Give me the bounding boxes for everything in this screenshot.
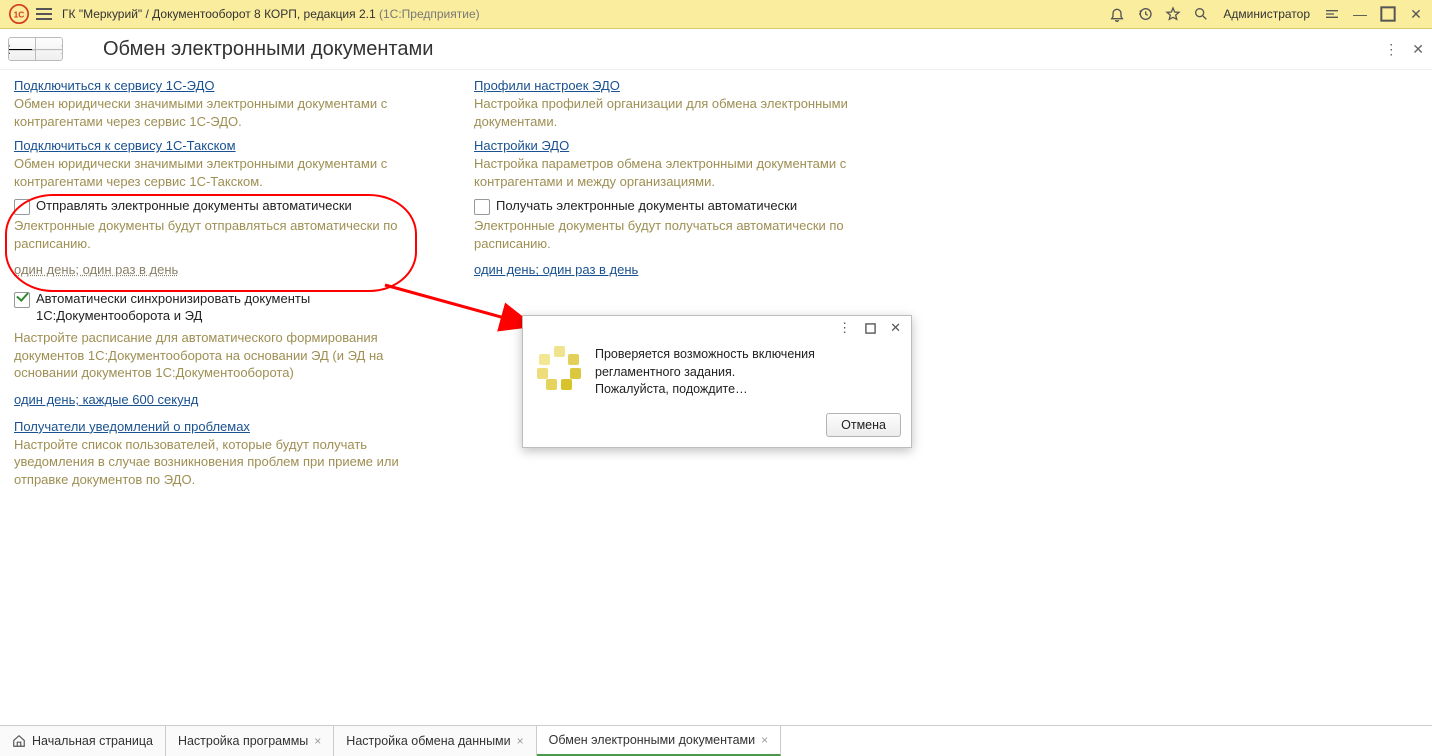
search-icon[interactable]: [1193, 6, 1209, 22]
tab-edo-exchange[interactable]: Обмен электронными документами ×: [537, 726, 782, 756]
titlebar: 1C ГК "Меркурий" / Документооборот 8 КОР…: [0, 0, 1432, 29]
tab-label: Настройка обмена данными: [346, 734, 510, 748]
svg-text:1C: 1C: [14, 9, 25, 19]
window-close-button[interactable]: ✕: [1408, 6, 1424, 22]
left-column: Подключиться к сервису 1С-ЭДО Обмен юрид…: [14, 78, 414, 497]
star-icon[interactable]: [1165, 6, 1181, 22]
tab-home[interactable]: Начальная страница: [0, 726, 166, 756]
bell-icon[interactable]: [1109, 6, 1125, 22]
sync-label-line2: 1С:Документооборота и ЭД: [36, 308, 414, 323]
page-title: Обмен электронными документами: [103, 38, 433, 61]
sync-schedule-link[interactable]: один день; каждые 600 секунд: [14, 392, 198, 407]
main-menu-icon[interactable]: [36, 8, 52, 20]
modal-more-icon[interactable]: ⋮: [838, 320, 851, 336]
recipients-desc: Настройте список пользователей, которые …: [14, 436, 414, 489]
user-name[interactable]: Администратор: [1223, 7, 1310, 21]
send-auto-desc: Электронные документы будут отправляться…: [14, 217, 414, 252]
modal-maximize-button[interactable]: [865, 323, 876, 334]
profiles-link[interactable]: Профили настроек ЭДО: [474, 78, 620, 93]
tab-label: Настройка программы: [178, 734, 308, 748]
panel-settings-icon[interactable]: [1324, 6, 1340, 22]
tab-label: Обмен электронными документами: [549, 733, 755, 747]
modal-cancel-button[interactable]: Отмена: [826, 413, 901, 437]
connect-edo-desc: Обмен юридически значимыми электронными …: [14, 95, 414, 130]
more-icon[interactable]: ⋮: [1384, 41, 1398, 58]
connect-taxcom-link[interactable]: Подключиться к сервису 1С-Такском: [14, 138, 236, 153]
recv-auto-schedule-link[interactable]: один день; один раз в день: [474, 262, 638, 277]
sync-desc: Настройте расписание для автоматического…: [14, 329, 414, 382]
connect-taxcom-desc: Обмен юридически значимыми электронными …: [14, 155, 414, 190]
recipients-link[interactable]: Получатели уведомлений о проблемах: [14, 419, 250, 434]
nav-forward-button[interactable]: 🡒: [35, 38, 62, 60]
window-title-primary: ГК "Меркурий" / Документооборот 8 КОРП, …: [62, 7, 376, 21]
tab-close-icon[interactable]: ×: [517, 734, 524, 748]
recv-auto-checkbox[interactable]: [474, 199, 490, 215]
profiles-desc: Настройка профилей организации для обмен…: [474, 95, 874, 130]
window-title-secondary: (1С:Предприятие): [379, 7, 480, 21]
modal-dialog: ⋮ ✕ Проверяется возможность включения ре…: [522, 315, 912, 448]
tab-home-label: Начальная страница: [32, 734, 153, 748]
window-title: ГК "Меркурий" / Документооборот 8 КОРП, …: [62, 7, 480, 21]
send-auto-checkbox[interactable]: [14, 199, 30, 215]
history-icon[interactable]: [1137, 6, 1153, 22]
window-tabs: Начальная страница Настройка программы ×…: [0, 725, 1432, 756]
app-logo-icon: 1C: [8, 4, 30, 24]
tab-close-icon[interactable]: ×: [761, 733, 768, 747]
settings-desc: Настройка параметров обмена электронными…: [474, 155, 874, 190]
modal-close-button[interactable]: ✕: [890, 320, 901, 336]
page-header: 🡐 🡒 Обмен электронными документами ⋮ ✕: [0, 29, 1432, 70]
sync-label: Автоматически синхронизировать документы: [36, 291, 310, 306]
settings-link[interactable]: Настройки ЭДО: [474, 138, 569, 153]
spinner-icon: [537, 346, 581, 390]
nav-buttons: 🡐 🡒: [8, 37, 63, 61]
tab-close-icon[interactable]: ×: [314, 734, 321, 748]
modal-text: Проверяется возможность включения реглам…: [595, 346, 815, 399]
connect-edo-link[interactable]: Подключиться к сервису 1С-ЭДО: [14, 78, 214, 93]
close-page-button[interactable]: ✕: [1412, 41, 1424, 58]
home-icon: [12, 734, 26, 748]
recv-auto-label: Получать электронные документы автоматич…: [496, 198, 797, 213]
tab-program-settings[interactable]: Настройка программы ×: [166, 726, 334, 756]
send-auto-schedule-link[interactable]: один день; один раз в день: [14, 262, 178, 277]
window-minimize-button[interactable]: —: [1352, 6, 1368, 22]
recv-auto-desc: Электронные документы будут получаться а…: [474, 217, 874, 252]
tab-data-exchange-settings[interactable]: Настройка обмена данными ×: [334, 726, 536, 756]
send-auto-label: Отправлять электронные документы автомат…: [36, 198, 352, 213]
sync-checkbox[interactable]: [14, 292, 30, 308]
window-maximize-button[interactable]: [1380, 6, 1396, 22]
